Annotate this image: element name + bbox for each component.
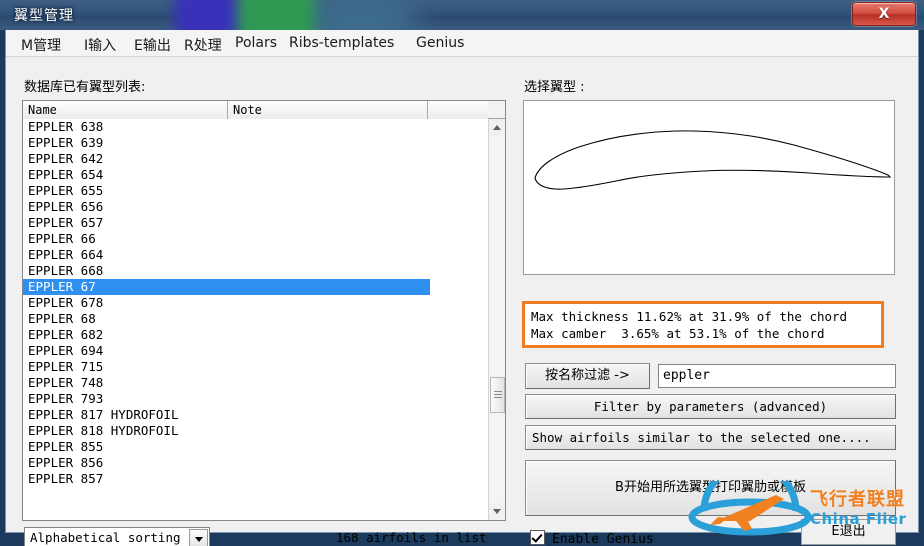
aero-glass-blur [237,0,315,30]
application-window: 翼型管理 X M管理 I输入 E输出 R处理 Polars Ribs-templ… [0,0,924,546]
scrollbar-thumb[interactable] [490,377,505,413]
list-item[interactable]: EPPLER 857 [23,471,488,487]
list-item[interactable]: EPPLER 694 [23,343,488,359]
list-item[interactable]: EPPLER 682 [23,327,488,343]
enable-genius-checkbox[interactable]: Enable Genius [530,530,654,546]
menu-item-process[interactable]: R处理 [179,33,227,57]
selected-airfoil-label: 选择翼型 : [524,80,585,95]
airfoil-preview [523,100,895,275]
list-item[interactable]: EPPLER 664 [23,247,488,263]
column-header-name[interactable]: Name [23,101,228,119]
show-similar-airfoils-button[interactable]: Show airfoils similar to the selected on… [525,425,896,450]
sort-order-select[interactable]: Alphabetical sorting [24,527,210,546]
list-item[interactable]: EPPLER 642 [23,151,488,167]
list-item[interactable]: EPPLER 639 [23,135,488,151]
menu-item-manage[interactable]: M管理 [16,33,66,57]
list-item[interactable]: EPPLER 67 [23,279,430,295]
list-item[interactable]: EPPLER 856 [23,455,488,471]
list-item[interactable]: EPPLER 668 [23,263,488,279]
max-thickness-text: Max thickness 11.62% at 31.9% of the cho… [531,309,848,324]
list-item[interactable]: EPPLER 68 [23,311,488,327]
window-title: 翼型管理 [14,8,74,24]
airfoil-list-rows[interactable]: EPPLER 638 EPPLER 639 EPPLER 642 EPPLER 654… [23,119,488,520]
list-item[interactable]: EPPLER 655 [23,183,488,199]
list-item[interactable]: EPPLER 654 [23,167,488,183]
airfoil-shape [534,130,892,190]
list-column-header: Name Note [23,101,505,119]
checkmark-icon[interactable] [530,530,545,545]
exit-button[interactable]: E退出 [801,519,896,545]
window-body: M管理 I输入 E输出 R处理 Polars Ribs-templates Ge… [5,30,919,546]
airfoil-count-label: 168 airfoils in list [336,530,487,545]
list-item[interactable]: EPPLER 817 HYDROFOIL [23,407,488,423]
column-header-note[interactable]: Note [228,101,428,119]
chevron-down-icon[interactable] [189,529,208,546]
airfoil-listbox[interactable]: Name Note EPPLER 638 EPPLER 639 EPPLER 642… [22,100,506,521]
list-item[interactable]: EPPLER 657 [23,215,488,231]
list-vertical-scrollbar[interactable] [488,119,505,520]
scroll-up-arrow-icon[interactable] [489,119,505,136]
sort-order-value: Alphabetical sorting [30,530,181,545]
menu-item-export[interactable]: E输出 [129,33,176,57]
airfoil-info-box: Max thickness 11.62% at 31.9% of the cho… [522,301,884,348]
enable-genius-label: Enable Genius [552,532,654,546]
list-item[interactable]: EPPLER 793 [23,391,488,407]
scroll-down-arrow-icon[interactable] [489,503,505,520]
filter-by-name-button[interactable]: 按名称过滤 -> [525,363,650,389]
close-button[interactable]: X [852,2,916,26]
list-item[interactable]: EPPLER 656 [23,199,488,215]
aero-glass-blur [300,0,420,30]
list-item[interactable]: EPPLER 748 [23,375,488,391]
max-camber-text: Max camber 3.65% at 53.1% of the chord [531,326,825,341]
column-header-extra[interactable] [428,101,488,119]
title-bar[interactable]: 翼型管理 X [0,0,924,30]
list-item[interactable]: EPPLER 638 [23,119,488,135]
menu-item-genius[interactable]: Genius [411,33,469,53]
filter-name-input[interactable]: eppler [658,364,896,388]
menu-bar: M管理 I输入 E输出 R处理 Polars Ribs-templates Ge… [6,30,918,57]
filter-by-parameters-button[interactable]: Filter by parameters (advanced) [525,394,896,419]
print-ribs-templates-button[interactable]: B开始用所选翼型打印翼肋或模板 [525,460,896,516]
menu-item-import[interactable]: I输入 [79,33,121,57]
list-item[interactable]: EPPLER 66 [23,231,488,247]
list-item[interactable]: EPPLER 678 [23,295,488,311]
list-item[interactable]: EPPLER 715 [23,359,488,375]
list-item[interactable]: EPPLER 818 HYDROFOIL [23,423,488,439]
menu-item-ribs-templates[interactable]: Ribs-templates [284,33,399,53]
menu-item-polars[interactable]: Polars [230,33,282,53]
airfoil-list-label: 数据库已有翼型列表: [24,80,146,95]
list-item[interactable]: EPPLER 855 [23,439,488,455]
